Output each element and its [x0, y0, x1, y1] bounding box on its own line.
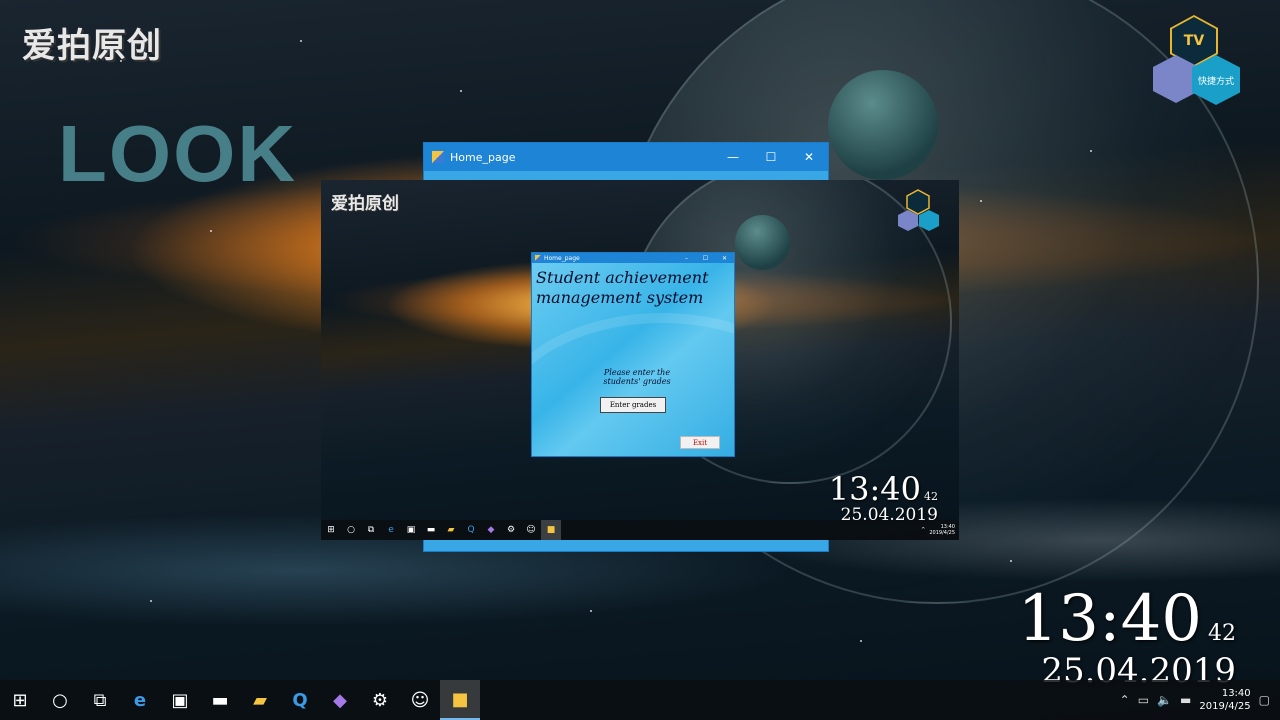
tray-date: 2019/4/25 — [929, 530, 955, 536]
store-icon[interactable]: ▣ — [160, 680, 200, 720]
terminal-icon[interactable]: ▬ — [200, 680, 240, 720]
task-view-icon: ⧉ — [367, 525, 375, 535]
file-explorer-icon: ▰ — [447, 525, 455, 535]
star — [860, 640, 862, 642]
grades-prompt-label: Please enter the students' grades — [603, 368, 671, 386]
tray-up-chevron-icon[interactable]: ⌃ — [1120, 693, 1130, 707]
planet-small — [735, 215, 790, 270]
exit-button[interactable]: Exit — [680, 436, 720, 449]
tray-time: 13:40 — [1221, 688, 1251, 699]
windows-start-icon[interactable]: ⊞ — [0, 680, 40, 720]
store-icon: ▣ — [406, 525, 416, 535]
star — [150, 600, 152, 602]
volume-icon[interactable]: 🔈 — [1157, 693, 1172, 707]
user-app-icon[interactable]: ☺ — [400, 680, 440, 720]
task-view-icon[interactable]: ⧉ — [80, 680, 120, 720]
settings-gear-icon: ⚙ — [506, 525, 516, 535]
clock-time: 13:40 — [1017, 582, 1202, 656]
settings-gear-icon[interactable]: ⚙ — [360, 680, 400, 720]
app-icon — [432, 151, 444, 163]
frame-clock-widget: 13:40 42 25.04.2019 — [829, 472, 938, 524]
tv-shortcut-icons — [898, 189, 939, 231]
visual-studio-icon: ◆ — [487, 525, 495, 535]
tray-up-icon: ^ — [921, 527, 926, 533]
app-heading: Student achievement management system — [536, 268, 709, 307]
close-button[interactable]: ✕ — [790, 150, 828, 164]
star — [300, 40, 302, 42]
frame-system-tray: ^ 13:40 2019/4/25 — [921, 520, 955, 540]
window-titlebar[interactable]: Home_page – ☐ ✕ — [532, 253, 734, 263]
enter-grades-button[interactable]: Enter grades — [600, 397, 666, 413]
input-icon[interactable]: ▬ — [1180, 693, 1191, 707]
clock-time: 13:40 — [828, 470, 921, 508]
star — [1090, 150, 1092, 152]
watermark-logo: 爱拍原创 — [331, 194, 399, 214]
star — [980, 200, 982, 202]
app-q-icon[interactable]: Q — [280, 680, 320, 720]
desktop-clock-widget: 13:40 42 25.04.2019 — [1018, 585, 1236, 689]
home-page-app-icon[interactable]: ■ — [440, 680, 480, 720]
windows-start-icon: ⊞ — [327, 525, 335, 535]
cortana-search-icon[interactable]: ○ — [40, 680, 80, 720]
app-icon — [535, 255, 541, 261]
system-tray: ⌃ ▭ 🔈 ▬ 13:40 2019/4/25 ▢ — [1120, 680, 1270, 720]
file-explorer-icon[interactable]: ▰ — [240, 680, 280, 720]
look-overlay-text: LOOK — [58, 109, 298, 198]
cortana-search-icon: ○ — [347, 525, 355, 535]
app-q-icon: Q — [467, 525, 475, 535]
clock-seconds: 42 — [1208, 621, 1236, 646]
window-titlebar[interactable]: Home_page — ☐ ✕ — [424, 143, 828, 171]
watermark-logo: 爱拍原创 — [22, 26, 162, 66]
planet-small — [828, 70, 938, 180]
edge-icon[interactable]: e — [120, 680, 160, 720]
terminal-icon: ▬ — [426, 525, 436, 535]
minimize-button[interactable]: — — [714, 150, 752, 164]
edge-icon: e — [388, 525, 394, 535]
user-app-icon: ☺ — [526, 525, 536, 535]
star — [210, 230, 212, 232]
star — [460, 90, 462, 92]
close-button[interactable]: ✕ — [715, 255, 734, 262]
star — [590, 610, 592, 612]
window-title: Home_page — [544, 254, 580, 262]
network-icon[interactable]: ▭ — [1138, 693, 1149, 707]
clock-seconds: 42 — [924, 490, 938, 503]
student-app-window[interactable]: Home_page – ☐ ✕ Student achievement mana… — [531, 252, 735, 457]
taskbar: ⊞ ○ ⧉ e ▣ ▬ ▰ Q ◆ ⚙ ☺ ■ ⌃ ▭ 🔈 ▬ 13:40 20… — [0, 680, 1280, 720]
star — [1010, 560, 1012, 562]
visual-studio-icon[interactable]: ◆ — [320, 680, 360, 720]
notifications-icon[interactable]: ▢ — [1259, 693, 1270, 707]
maximize-button[interactable]: ☐ — [696, 255, 715, 262]
window-title: Home_page — [450, 150, 516, 164]
maximize-button[interactable]: ☐ — [752, 150, 790, 164]
home-page-app-icon: ■ — [541, 520, 561, 540]
frame-taskbar: ⊞ ○ ⧉ e ▣ ▬ ▰ Q ◆ ⚙ ☺ ■ ^ 13:40 2019/4/2… — [321, 520, 959, 540]
minimize-button[interactable]: – — [677, 255, 696, 262]
tray-date: 2019/4/25 — [1199, 701, 1251, 712]
tray-clock[interactable]: 13:40 2019/4/25 — [1199, 687, 1250, 713]
